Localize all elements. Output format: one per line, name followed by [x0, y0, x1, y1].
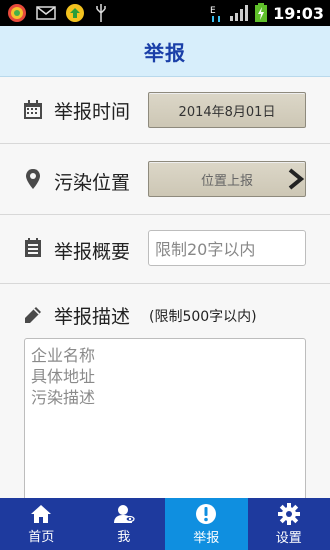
mail-icon — [36, 6, 56, 20]
report-summary-row: 举报概要 限制20字以内 — [0, 215, 330, 284]
location-report-label: 位置上报 — [200, 173, 253, 189]
tab-report-label: 举报 — [193, 530, 220, 546]
placeholder-address: 具体地址 — [31, 367, 96, 386]
chevron-right-icon — [287, 168, 305, 194]
description-textarea[interactable]: 企业名称 具体地址 污染描述 — [24, 338, 306, 508]
app-icon — [8, 4, 26, 22]
location-report-button[interactable]: 位置上报 — [148, 161, 306, 197]
tab-settings-label: 设置 — [275, 530, 302, 546]
placeholder-pollution-description: 污染描述 — [31, 388, 96, 407]
signal-icon — [230, 5, 249, 21]
placeholder-company-name: 企业名称 — [31, 346, 96, 365]
report-time-label: 举报时间 — [54, 101, 131, 123]
pollution-location-row: 污染位置 位置上报 — [0, 144, 330, 215]
status-bar: E 19:03 — [0, 0, 330, 26]
gear-icon — [277, 502, 300, 525]
home-icon — [31, 504, 52, 523]
alert-icon — [196, 503, 217, 524]
data-icon: E — [210, 6, 221, 22]
calendar-icon — [22, 99, 44, 121]
summary-input[interactable]: 限制20字以内 — [148, 230, 306, 266]
report-description-label: 举报描述 — [54, 306, 131, 328]
report-summary-label: 举报概要 — [54, 241, 131, 263]
date-picker-button[interactable]: 2014年8月01日 — [148, 92, 306, 128]
report-time-row: 举报时间 2014年8月01日 — [0, 77, 330, 144]
tab-me[interactable]: 我 — [83, 498, 166, 550]
sync-icon — [66, 4, 84, 22]
tab-settings[interactable]: 设置 — [248, 498, 330, 550]
tab-home[interactable]: 首页 — [0, 498, 83, 550]
user-icon — [113, 504, 135, 523]
tab-me-label: 我 — [117, 529, 131, 545]
list-icon — [22, 237, 44, 259]
pencil-icon — [22, 304, 44, 326]
pollution-location-label: 污染位置 — [54, 172, 131, 194]
tab-report[interactable]: 举报 — [165, 498, 248, 550]
battery-icon — [255, 3, 268, 22]
clock: 19:03 — [273, 3, 324, 23]
title-bar: 举报 — [0, 26, 330, 77]
description-limit-hint: (限制500字以内) — [149, 309, 257, 325]
tab-home-label: 首页 — [28, 529, 55, 545]
page-title: 举报 — [144, 40, 186, 65]
bottom-tab-bar: 首页 我 举报 设置 — [0, 498, 330, 550]
summary-placeholder: 限制20字以内 — [155, 240, 256, 259]
location-pin-icon — [22, 168, 44, 190]
usb-icon — [96, 4, 106, 22]
svg-text:E: E — [210, 6, 216, 16]
